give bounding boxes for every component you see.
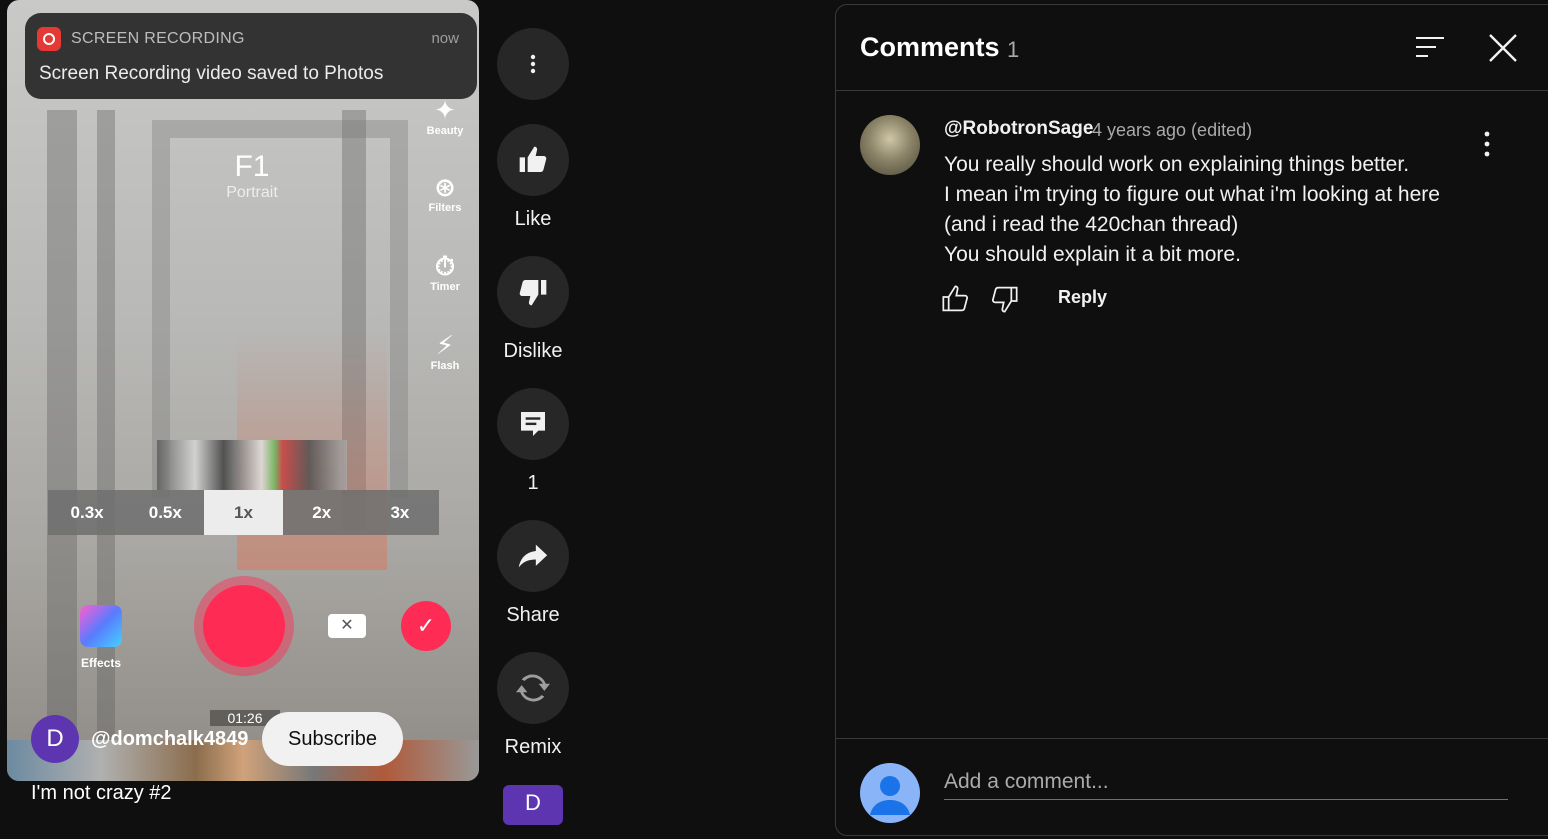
video-title[interactable]: I'm not crazy #2 bbox=[31, 782, 172, 805]
comments-title: Comments bbox=[860, 32, 1000, 62]
flash-tool: ⚡ Flash bbox=[419, 330, 471, 372]
comment-like-icon[interactable] bbox=[940, 283, 972, 315]
comment-line: (and i read the 420chan thread) bbox=[944, 213, 1239, 236]
filters-label: Filters bbox=[428, 202, 462, 214]
comments-button[interactable] bbox=[497, 388, 569, 460]
comment-author[interactable]: @RobotronSage bbox=[944, 118, 1093, 140]
filters-tool: ⊛ Filters bbox=[419, 172, 471, 214]
beauty-tool: ✦ Beauty bbox=[419, 95, 471, 137]
comment-text: You really should work on explaining thi… bbox=[944, 150, 1504, 270]
record-button bbox=[194, 576, 294, 676]
remix-action[interactable]: Remix bbox=[497, 652, 569, 759]
flash-label: Flash bbox=[430, 360, 460, 372]
channel-avatar-small[interactable]: D bbox=[503, 785, 563, 825]
screen-recording-icon bbox=[37, 27, 61, 51]
close-icon[interactable] bbox=[1486, 31, 1520, 65]
zoom-option: 2x bbox=[312, 502, 332, 522]
add-comment-bar bbox=[836, 738, 1548, 839]
comment-line: I mean i'm trying to figure out what i'm… bbox=[944, 183, 1440, 206]
zoom-selector: 0.3x 0.5x 1x 2x 3x bbox=[48, 490, 439, 535]
timer-tool: ⏱ Timer bbox=[419, 251, 471, 293]
thumbs-up-icon bbox=[519, 146, 547, 172]
dislike-action[interactable]: Dislike bbox=[497, 256, 569, 363]
confirm-check-icon: ✓ bbox=[401, 601, 451, 651]
comment-line: You should explain it a bit more. bbox=[944, 243, 1241, 266]
dislike-label: Dislike bbox=[503, 340, 563, 362]
like-action[interactable]: Like bbox=[497, 124, 569, 231]
effects-label: Effects bbox=[80, 656, 121, 670]
comments-panel: Comments 1 @RobotronSage 4 years ago (ed… bbox=[835, 4, 1548, 836]
share-button[interactable] bbox=[497, 520, 569, 592]
share-action[interactable]: Share bbox=[497, 520, 569, 627]
reply-button[interactable]: Reply bbox=[1058, 287, 1107, 308]
video-clutter bbox=[157, 440, 347, 490]
remix-icon bbox=[516, 674, 550, 702]
background-stripe bbox=[47, 110, 77, 750]
remix-label: Remix bbox=[504, 736, 562, 758]
sort-icon[interactable] bbox=[1416, 35, 1446, 59]
more-vertical-icon bbox=[530, 54, 536, 74]
share-label: Share bbox=[506, 604, 560, 626]
timer-icon: ⏱ bbox=[434, 251, 456, 281]
timer-label: Timer bbox=[430, 281, 460, 293]
notification-message: Screen Recording video saved to Photos bbox=[39, 63, 384, 84]
comment-meta[interactable]: 4 years ago (edited) bbox=[1092, 120, 1252, 141]
more-actions[interactable] bbox=[497, 28, 569, 100]
thumbs-down-icon bbox=[519, 280, 547, 306]
dislike-button[interactable] bbox=[497, 256, 569, 328]
beauty-wand-icon: ✦ bbox=[434, 95, 456, 125]
comments-action[interactable]: 1 bbox=[497, 388, 569, 495]
flash-off-icon: ⚡ bbox=[435, 330, 455, 360]
comment-line: You really should work on explaining thi… bbox=[944, 153, 1410, 176]
comment-menu-icon[interactable] bbox=[1474, 129, 1500, 159]
channel-name[interactable]: @domchalk4849 bbox=[91, 728, 248, 751]
record-button-core bbox=[203, 585, 285, 667]
channel-avatar[interactable]: D bbox=[31, 715, 79, 763]
like-label: Like bbox=[514, 208, 552, 230]
comments-count: 1 bbox=[1007, 37, 1020, 62]
like-button[interactable] bbox=[497, 124, 569, 196]
comment-dislike-icon[interactable] bbox=[988, 283, 1020, 315]
comment-count: 1 bbox=[527, 472, 539, 494]
comment-icon bbox=[521, 412, 545, 436]
default-user-icon bbox=[870, 776, 910, 815]
delete-clip-icon: ✕ bbox=[328, 614, 366, 638]
effects-icon bbox=[80, 605, 122, 647]
channel-info: D @domchalk4849 bbox=[31, 714, 248, 764]
notification-app: SCREEN RECORDING bbox=[71, 30, 245, 47]
screen-recording-notification: SCREEN RECORDING now Screen Recording vi… bbox=[25, 13, 477, 99]
zoom-option: 0.3x bbox=[70, 502, 104, 522]
zoom-option-selected: 1x bbox=[204, 490, 283, 535]
background-stripe bbox=[97, 110, 115, 750]
commenter-avatar[interactable] bbox=[860, 115, 920, 175]
add-comment-input[interactable] bbox=[944, 765, 1508, 800]
comments-header: Comments 1 bbox=[836, 5, 1548, 91]
filters-icon: ⊛ bbox=[434, 172, 456, 202]
user-avatar bbox=[860, 763, 920, 823]
more-options-button[interactable] bbox=[497, 28, 569, 100]
share-arrow-icon bbox=[518, 544, 548, 568]
video-player[interactable]: F1 Portrait ✦ Beauty ⊛ Filters ⏱ Timer ⚡… bbox=[7, 0, 479, 781]
zoom-option: 3x bbox=[390, 502, 410, 522]
filter-indicator: F1 Portrait bbox=[207, 150, 297, 202]
filter-name: F1 bbox=[234, 150, 270, 183]
subscribe-button[interactable]: Subscribe bbox=[262, 712, 403, 766]
notification-time: now bbox=[431, 30, 459, 47]
remix-button[interactable] bbox=[497, 652, 569, 724]
filter-style: Portrait bbox=[226, 184, 278, 201]
zoom-option: 0.5x bbox=[148, 502, 182, 522]
beauty-label: Beauty bbox=[426, 125, 464, 137]
